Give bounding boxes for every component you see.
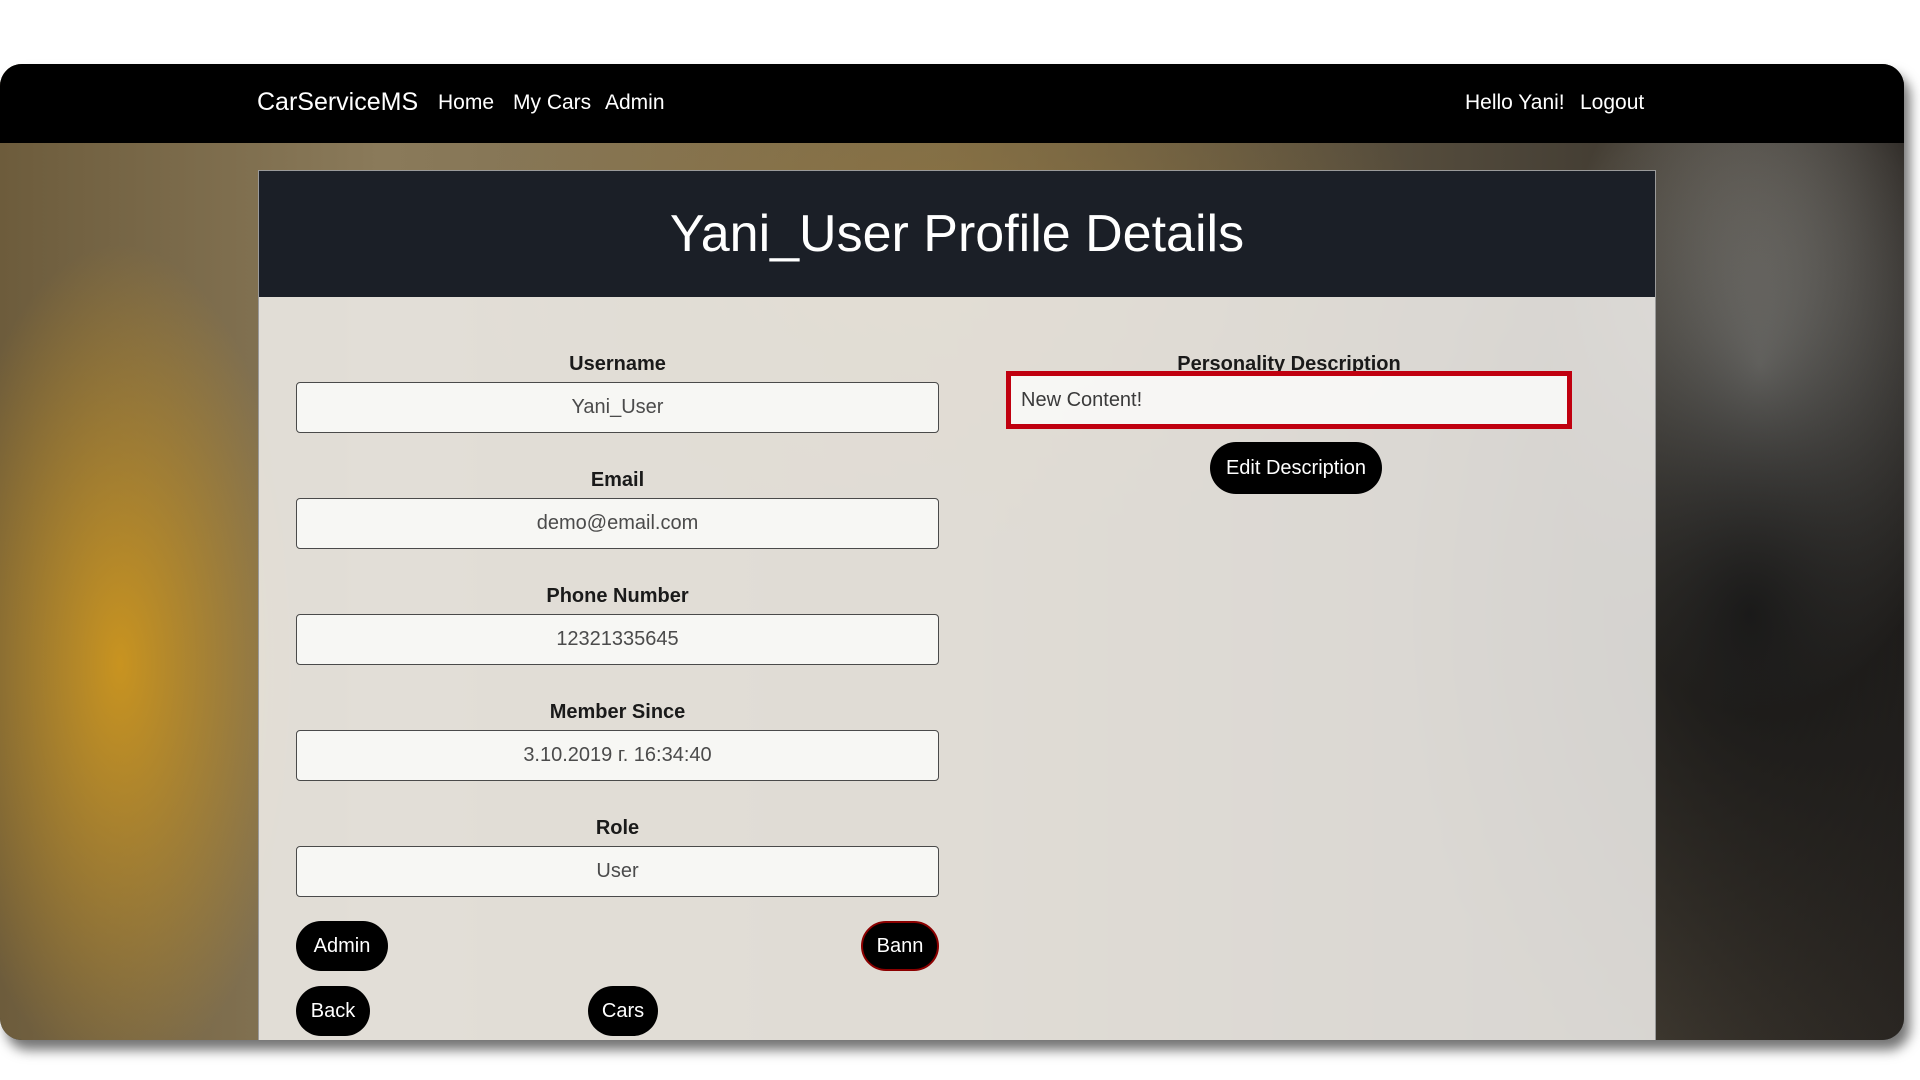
username-label: Username [569, 353, 666, 375]
edit-description-button[interactable]: Edit Description [1210, 442, 1382, 494]
admin-button[interactable]: Admin [296, 921, 388, 971]
member-since-label: Member Since [549, 701, 686, 723]
browser-window: CarServiceMS Home My Cars Admin Hello Ya… [0, 64, 1904, 1040]
bann-button[interactable]: Bann [861, 921, 939, 971]
page-title: Yani_User Profile Details [259, 171, 1655, 297]
navbar: CarServiceMS Home My Cars Admin Hello Ya… [0, 64, 1904, 143]
description-field[interactable]: New Content! [1006, 371, 1572, 429]
phone-field[interactable]: 12321335645 [296, 614, 939, 665]
nav-admin[interactable]: Admin [605, 91, 665, 115]
nav-my-cars[interactable]: My Cars [513, 91, 591, 115]
phone-label: Phone Number [546, 585, 689, 607]
brand-link[interactable]: CarServiceMS [257, 88, 418, 117]
back-button[interactable]: Back [296, 986, 370, 1036]
username-field[interactable]: Yani_User [296, 382, 939, 433]
role-label: Role [595, 817, 640, 839]
email-label: Email [590, 469, 645, 491]
nav-logout[interactable]: Logout [1580, 91, 1644, 115]
email-field[interactable]: demo@email.com [296, 498, 939, 549]
cars-button[interactable]: Cars [588, 986, 658, 1036]
nav-home[interactable]: Home [438, 91, 494, 115]
profile-card: Yani_User Profile Details Username Yani_… [258, 170, 1656, 1040]
role-field[interactable]: User [296, 846, 939, 897]
member-since-field[interactable]: 3.10.2019 г. 16:34:40 [296, 730, 939, 781]
nav-greeting[interactable]: Hello Yani! [1465, 91, 1565, 115]
